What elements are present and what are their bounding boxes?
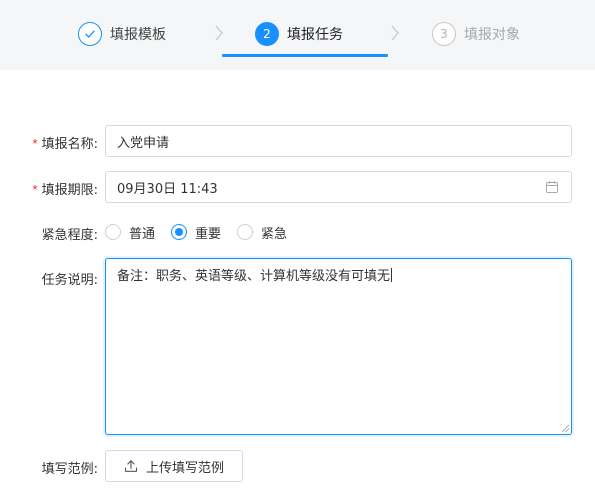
calendar-icon[interactable] [545,180,559,194]
deadline-label: * 填报期限: [33,179,98,198]
urgency-label-text: 紧急程度 [41,228,94,243]
form-row-description: 任务说明: 备注：职务、英语等级、计算机等级没有可填无 [0,258,595,436]
step-target-number: 3 [432,22,456,46]
radio-important[interactable]: 重要 [171,223,221,242]
label-colon: : [93,462,98,477]
text-caret [391,268,393,282]
form-row-name: * 填报名称: 入党申请 [0,125,595,157]
label-colon: : [93,137,98,152]
chevron-right-icon [391,25,399,41]
urgency-label: 紧急程度: [42,224,98,243]
radio-urgent-label: 紧急 [261,226,288,242]
label-colon: : [93,273,98,288]
name-input-value: 入党申请 [117,135,170,151]
urgency-radio-group: 普通 重要 紧急 [105,222,303,242]
name-label-text: 填报名称 [41,137,94,152]
deadline-datepicker[interactable]: 09月30日 11:43 [105,171,572,203]
radio-normal[interactable]: 普通 [105,223,155,242]
step-template-label: 填报模板 [110,27,166,43]
sample-label: 填写范例: [42,458,98,477]
radio-normal-label: 普通 [129,226,156,242]
steps-header: 填报模板 2 填报任务 3 填报对象 [0,0,595,70]
step-task-number: 2 [255,22,279,46]
upload-sample-button-label: 上传填写范例 [145,460,224,476]
required-mark: * [32,136,38,151]
radio-important-label: 重要 [195,226,222,242]
name-label: * 填报名称: [33,133,98,152]
radio-circle[interactable] [237,224,254,240]
radio-circle-checked[interactable] [171,224,188,240]
step-target[interactable]: 3 填报对象 [432,20,520,48]
name-input[interactable]: 入党申请 [105,125,572,157]
label-colon: : [93,183,98,198]
step-task[interactable]: 2 填报任务 [255,20,343,48]
active-step-indicator [222,54,388,57]
sample-label-text: 填写范例 [41,462,94,477]
label-colon: : [93,228,98,243]
chevron-right-icon [215,25,223,41]
step-target-label: 填报对象 [464,27,520,43]
required-mark: * [32,182,38,197]
check-icon [78,22,102,46]
radio-urgent[interactable]: 紧急 [237,223,287,242]
step-task-label: 填报任务 [287,27,343,43]
step-template[interactable]: 填报模板 [78,20,166,48]
deadline-value: 09月30日 11:43 [117,181,218,197]
form-row-sample: 填写范例: 上传填写范例 [0,450,595,482]
upload-sample-button[interactable]: 上传填写范例 [105,450,243,482]
description-label: 任务说明: [42,269,98,288]
description-text: 备注：职务、英语等级、计算机等级没有可填无 [117,269,391,284]
resize-handle-icon[interactable] [561,424,569,432]
description-textarea[interactable]: 备注：职务、英语等级、计算机等级没有可填无 [105,258,572,435]
form-row-urgency: 紧急程度: 普通 重要 紧急 [0,222,595,243]
upload-icon [124,460,138,472]
form-row-deadline: * 填报期限: 09月30日 11:43 [0,171,595,203]
description-label-text: 任务说明 [41,273,94,288]
radio-circle[interactable] [105,224,121,240]
deadline-label-text: 填报期限 [41,183,94,198]
